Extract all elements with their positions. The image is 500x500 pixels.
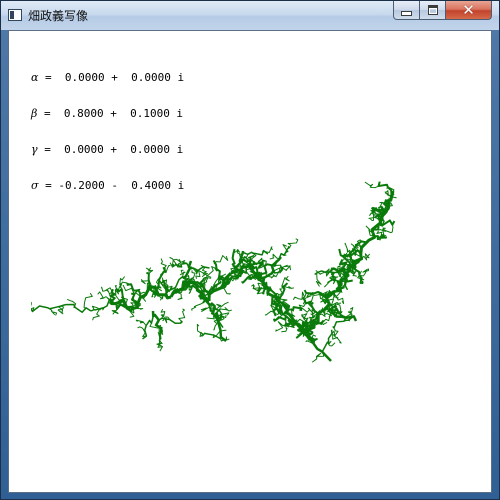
fractal-branch (151, 310, 163, 334)
fractal-branch (57, 306, 64, 315)
minimize-icon (401, 10, 412, 16)
window-title: 畑政義写像 (28, 9, 89, 23)
fractal-strokes (31, 181, 397, 363)
fractal-branch (67, 299, 77, 308)
fractal-branch (251, 252, 258, 266)
fractal-branch (220, 307, 232, 312)
fractal-branch (333, 294, 345, 305)
fractal-branch (264, 310, 280, 316)
hata-map-fractal (31, 181, 397, 363)
fractal-branch (60, 303, 92, 314)
param-symbol: γ (31, 143, 38, 156)
fractal-branch (100, 286, 113, 293)
fractal-branch (83, 293, 93, 309)
canvas-area: α = 0.0000 + 0.0000 i β = 0.8000 + 0.100… (8, 30, 492, 493)
close-button[interactable]: ✕ (445, 1, 492, 20)
fractal-branch (359, 232, 376, 258)
maximize-icon (427, 5, 438, 15)
fractal-branch (178, 308, 186, 324)
fractal-branch (262, 246, 274, 253)
param-value: = 0.8000 + 0.1000 i (37, 107, 184, 120)
app-window-icon[interactable] (8, 9, 22, 21)
fractal-branch (179, 269, 186, 277)
title-bar[interactable]: 畑政義写像 ✕ (1, 1, 499, 30)
param-value: = 0.0000 + 0.0000 i (37, 143, 184, 156)
fractal-branch (328, 341, 336, 347)
fractal-branch (321, 329, 333, 353)
fractal-branch (364, 181, 379, 189)
fractal-branch (160, 308, 166, 319)
fractal-branch (158, 317, 183, 325)
fractal-branch (333, 327, 342, 344)
fractal-branch (135, 319, 147, 326)
fractal-branch (31, 305, 62, 313)
fractal-branch (278, 245, 291, 261)
param-value: = 0.0000 + 0.0000 i (38, 71, 185, 84)
param-row-alpha: α = 0.0000 + 0.0000 i (31, 72, 184, 84)
fractal-branch (171, 262, 190, 268)
fractal-branch (344, 242, 351, 253)
param-row-gamma: γ = 0.0000 + 0.0000 i (31, 144, 184, 156)
minimize-button[interactable] (393, 1, 420, 20)
fractal-branch (287, 238, 299, 248)
fractal-branch (377, 181, 393, 198)
fractal-branch (377, 226, 386, 232)
fractal-branch (156, 343, 164, 352)
maximize-button[interactable] (419, 1, 446, 20)
fractal-branch (290, 308, 296, 317)
fractal-branch (269, 253, 282, 260)
close-icon: ✕ (462, 0, 475, 19)
param-row-beta: β = 0.8000 + 0.1000 i (31, 108, 184, 120)
app-window: 畑政義写像 ✕ α = 0.0000 + 0.0000 i β = 0.8000… (0, 0, 500, 500)
fractal-branch (142, 315, 154, 340)
